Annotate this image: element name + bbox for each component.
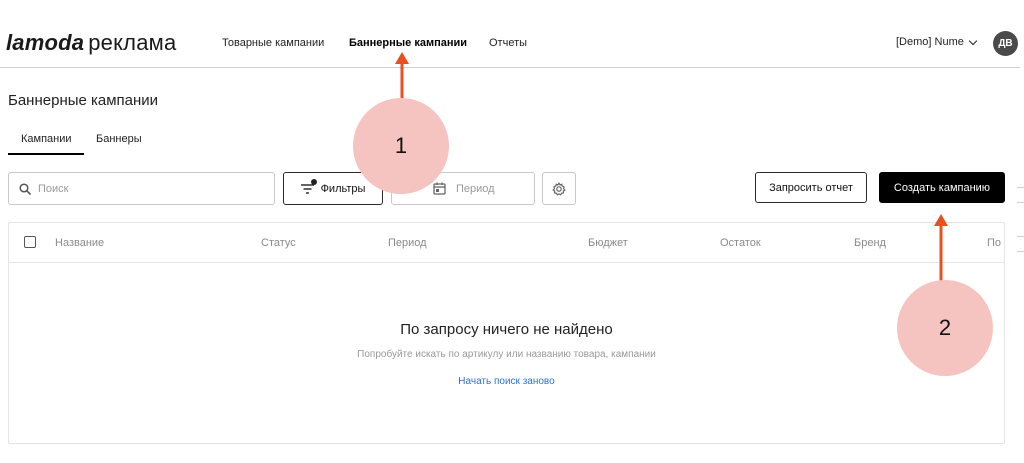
- column-header-period[interactable]: Период: [388, 237, 427, 249]
- annotation-callout-1: 1: [353, 98, 449, 194]
- account-label: [Demo] Nume: [896, 36, 964, 48]
- column-header-name[interactable]: Название: [55, 237, 104, 249]
- filters-label: Фильтры: [320, 182, 366, 195]
- create-campaign-button[interactable]: Создать кампанию: [879, 172, 1005, 203]
- annotation-callout-2: 2: [897, 280, 993, 376]
- edge-divider: [1017, 236, 1024, 237]
- campaigns-table: Название Статус Период Бюджет Остаток Бр…: [8, 222, 1005, 444]
- chevron-down-icon: [968, 36, 978, 45]
- gear-icon: [552, 181, 566, 196]
- annotation-arrow-2: [934, 214, 948, 281]
- tab-campaigns[interactable]: Кампании: [21, 133, 72, 145]
- tab-banners[interactable]: Баннеры: [96, 133, 142, 145]
- reset-search-link[interactable]: Начать поиск заново: [9, 376, 1004, 387]
- search-input[interactable]: [38, 182, 258, 195]
- column-header-budget[interactable]: Бюджет: [588, 237, 628, 249]
- avatar[interactable]: ДВ: [993, 31, 1018, 56]
- empty-state-subtitle: Попробуйте искать по артикулу или назван…: [357, 349, 656, 360]
- active-tab-indicator: [8, 153, 84, 155]
- nav-reports[interactable]: Отчеты: [489, 37, 527, 49]
- account-switcher[interactable]: [Demo] Nume: [896, 36, 978, 48]
- settings-button[interactable]: [542, 172, 576, 205]
- logo-tail: реклама: [88, 30, 177, 55]
- edge-divider: [1017, 251, 1024, 252]
- column-header-remainder[interactable]: Остаток: [720, 237, 761, 249]
- annotation-arrow-1: [395, 52, 409, 99]
- edge-divider: [1017, 187, 1024, 188]
- nav-product-campaigns[interactable]: Товарные кампании: [222, 37, 324, 49]
- edge-divider: [1017, 202, 1024, 203]
- select-all-checkbox[interactable]: [24, 236, 36, 248]
- column-header-brand[interactable]: Бренд: [854, 237, 886, 249]
- column-header-status[interactable]: Статус: [261, 237, 296, 249]
- filter-icon: [300, 178, 317, 195]
- nav-banner-campaigns[interactable]: Баннерные кампании: [349, 37, 467, 49]
- search-box[interactable]: [8, 172, 275, 205]
- table-header: Название Статус Период Бюджет Остаток Бр…: [9, 223, 1004, 263]
- empty-state-title: По запросу ничего не найдено: [400, 321, 613, 338]
- lamoda-logo[interactable]: lamoda реклама: [6, 30, 176, 56]
- search-icon: [19, 182, 31, 195]
- logo-brand: lamoda: [6, 30, 85, 55]
- column-header-truncated[interactable]: По: [987, 237, 1001, 249]
- calendar-icon: [433, 182, 446, 195]
- top-header: lamoda реклама Товарные кампании Баннерны…: [0, 0, 1020, 68]
- filter-active-dot: [310, 178, 317, 185]
- request-report-button[interactable]: Запросить отчет: [755, 172, 867, 203]
- page-title: Баннерные кампании: [8, 92, 159, 109]
- period-placeholder: Период: [456, 182, 495, 195]
